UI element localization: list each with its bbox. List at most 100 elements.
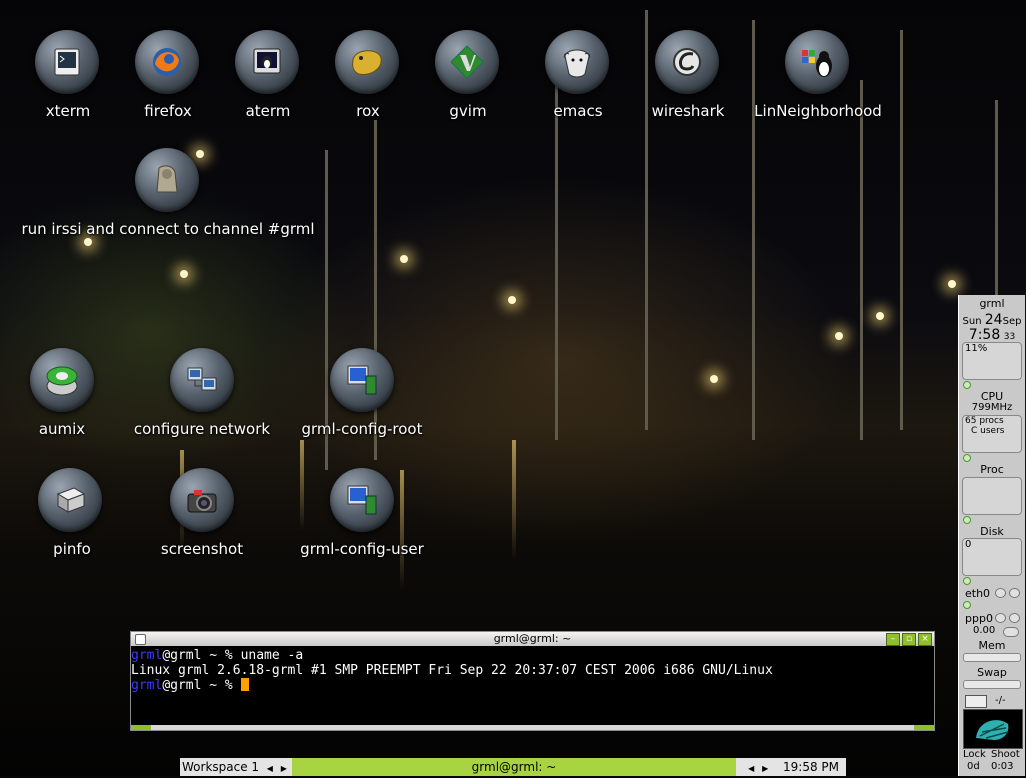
- mail-count: -/-: [995, 695, 1006, 706]
- emacs-icon[interactable]: [545, 30, 609, 94]
- icon-label-gvim[interactable]: gvim: [449, 102, 486, 120]
- lock-button[interactable]: Lock: [963, 749, 986, 760]
- close-button[interactable]: ×: [918, 633, 932, 646]
- proc-graph[interactable]: [962, 477, 1022, 515]
- gvim-icon[interactable]: [435, 30, 499, 94]
- taskbar-task-terminal[interactable]: grml@grml: ~: [292, 758, 736, 776]
- pinfo-icon[interactable]: [38, 468, 102, 532]
- taskbar: Workspace 1 ◀ ▶ grml@grml: ~ ◀ ▶ 19:58 PM: [180, 758, 846, 776]
- eth-led: [963, 601, 971, 609]
- terminal-titlebar[interactable]: grml@grml: ~ – ▫ ×: [131, 632, 934, 646]
- street-lamp: [835, 332, 843, 340]
- text-cursor: [240, 678, 249, 691]
- eth-rx-led: [995, 588, 1006, 598]
- disk-label: Disk: [980, 525, 1004, 538]
- camera-icon[interactable]: [170, 468, 234, 532]
- config-user-icon[interactable]: [330, 468, 394, 532]
- icon-label-firefox[interactable]: firefox: [144, 102, 191, 120]
- process-count: 65 procs: [965, 416, 1004, 426]
- light-reflection: [400, 470, 404, 590]
- icon-label-rox[interactable]: rox: [356, 102, 379, 120]
- street-lamp: [84, 238, 92, 246]
- irssi-icon[interactable]: [135, 148, 199, 212]
- window-menu-button[interactable]: [135, 634, 146, 645]
- terminal-line: grml@grml ~ %: [131, 678, 934, 693]
- ppp-label: ppp0: [965, 612, 993, 625]
- street-lamp: [400, 255, 408, 263]
- cpu-graph[interactable]: 11%: [962, 342, 1022, 380]
- street-lamp: [508, 296, 516, 304]
- prompt-user: grml: [131, 648, 163, 663]
- xterm-icon[interactable]: [35, 30, 99, 94]
- system-dock: grml Sun 24Sep 7:58 33 11% CPU 799MHz 65…: [958, 295, 1025, 776]
- terminal-output[interactable]: grml@grml ~ % uname -a Linux grml 2.6.18-…: [131, 646, 934, 693]
- uptime-time: 0:03: [991, 761, 1014, 772]
- swap-label: Swap: [977, 666, 1007, 679]
- icon-label-wireshark[interactable]: wireshark: [652, 102, 725, 120]
- mast: [860, 80, 863, 440]
- uptime-days: 0d: [967, 761, 980, 772]
- firefox-icon[interactable]: [135, 30, 199, 94]
- workspace-label: Workspace 1: [182, 760, 260, 774]
- workspace-next-icon[interactable]: ▶: [277, 760, 291, 778]
- workspace-switcher[interactable]: Workspace 1 ◀ ▶: [180, 758, 294, 776]
- icon-label-grml-config-root[interactable]: grml-config-root: [301, 420, 422, 438]
- cpu-led: [963, 381, 971, 389]
- prompt-user: grml: [131, 678, 163, 693]
- swap-bar: [963, 680, 1021, 689]
- grml-logo[interactable]: [963, 709, 1023, 749]
- street-lamp: [710, 375, 718, 383]
- maximize-button[interactable]: ▫: [902, 633, 916, 646]
- icon-label-pinfo[interactable]: pinfo: [53, 540, 91, 558]
- icon-label-aterm[interactable]: aterm: [246, 102, 291, 120]
- icon-label-screenshot[interactable]: screenshot: [161, 540, 243, 558]
- ppp-toggle[interactable]: [1003, 627, 1019, 637]
- icon-label-emacs[interactable]: emacs: [553, 102, 602, 120]
- aumix-icon[interactable]: [30, 348, 94, 412]
- cpu-frequency: 799MHz: [971, 402, 1013, 413]
- ppp-rx-led: [995, 613, 1006, 623]
- icon-label-xterm[interactable]: xterm: [46, 102, 91, 120]
- dock-date: Sun 24Sep: [962, 312, 1022, 328]
- rox-icon[interactable]: [335, 30, 399, 94]
- eth-tx-led: [1009, 588, 1020, 598]
- process-graph[interactable]: 65 procs C users: [962, 415, 1022, 453]
- dock-clock: 7:58 33: [968, 327, 1016, 343]
- proc-label: Proc: [980, 463, 1004, 476]
- linneighborhood-icon[interactable]: [785, 30, 849, 94]
- icon-label-irssi[interactable]: run irssi and connect to channel #grml: [21, 220, 314, 238]
- mast: [645, 10, 648, 430]
- proc-graph-led: [963, 516, 971, 524]
- task-next-icon[interactable]: ▶: [758, 760, 772, 778]
- aterm-icon[interactable]: [235, 30, 299, 94]
- terminal-title: grml@grml: ~: [493, 632, 572, 645]
- mail-icon[interactable]: [965, 695, 987, 708]
- disk-led: [963, 577, 971, 585]
- terminal-window[interactable]: grml@grml: ~ – ▫ × grml@grml ~ % uname -…: [130, 631, 935, 731]
- terminal-bottom-border: [131, 725, 934, 730]
- mem-bar: [963, 653, 1021, 662]
- disk-value: 0: [965, 539, 972, 550]
- wireshark-icon[interactable]: [655, 30, 719, 94]
- dock-hostname: grml: [979, 297, 1005, 310]
- shoot-button[interactable]: Shoot: [991, 749, 1020, 760]
- ppp-tx-led: [1009, 613, 1020, 623]
- task-prev-icon[interactable]: ◀: [744, 760, 758, 778]
- icon-label-aumix[interactable]: aumix: [39, 420, 85, 438]
- icon-label-configure-network[interactable]: configure network: [134, 420, 270, 438]
- light-reflection: [300, 440, 304, 530]
- icon-label-grml-config-user[interactable]: grml-config-user: [300, 540, 424, 558]
- disk-graph[interactable]: 0: [962, 538, 1022, 576]
- terminal-line: Linux grml 2.6.18-grml #1 SMP PREEMPT Fr…: [131, 663, 773, 678]
- mast: [752, 20, 755, 440]
- prompt-command: @grml ~ % uname -a: [162, 648, 304, 663]
- network-icon[interactable]: [170, 348, 234, 412]
- proc-led: [963, 454, 971, 462]
- config-root-icon[interactable]: [330, 348, 394, 412]
- taskbar-clock: ◀ ▶ 19:58 PM: [736, 758, 846, 776]
- icon-label-linneighborhood[interactable]: LinNeighborhood: [754, 102, 882, 120]
- user-count: C users: [971, 426, 1005, 436]
- task-label: grml@grml: ~: [471, 760, 557, 774]
- minimize-button[interactable]: –: [886, 633, 900, 646]
- workspace-prev-icon[interactable]: ◀: [263, 760, 277, 778]
